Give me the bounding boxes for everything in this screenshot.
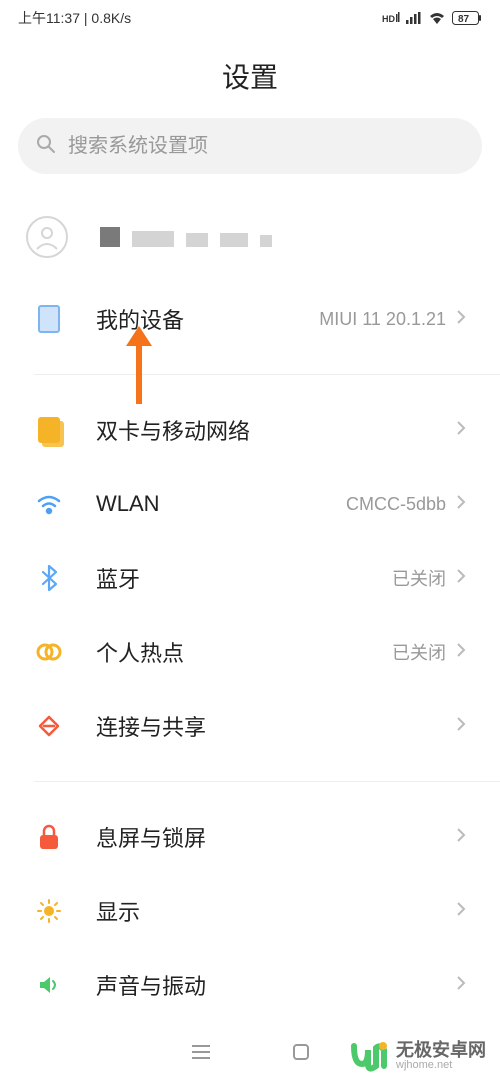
item-label: 个人热点 [96, 636, 392, 668]
item-value: 已关闭 [392, 639, 446, 665]
divider [34, 781, 500, 782]
chevron-right-icon [456, 309, 466, 330]
account-row[interactable] [0, 192, 500, 282]
item-bluetooth[interactable]: 蓝牙 已关闭 [34, 541, 466, 615]
page-title: 设置 [0, 56, 500, 96]
item-my-device[interactable]: 我的设备 MIUI 11 20.1.21 [34, 282, 466, 356]
watermark-logo-icon [350, 1036, 390, 1076]
lock-icon [34, 822, 64, 852]
account-name-redacted [100, 227, 272, 247]
speaker-icon [34, 970, 64, 1000]
item-label: 显示 [96, 895, 456, 927]
watermark-url: wjhome.net [396, 1059, 486, 1071]
search-input[interactable] [68, 135, 464, 158]
chevron-right-icon [456, 568, 466, 589]
item-value: 已关闭 [392, 565, 446, 591]
svg-text:HD: HD [382, 14, 395, 24]
item-wlan[interactable]: WLAN CMCC-5dbb [34, 467, 466, 541]
search-box[interactable] [18, 118, 482, 174]
battery-text: 87 [458, 14, 470, 25]
signal-icon [406, 12, 422, 24]
item-label: 连接与共享 [96, 710, 456, 742]
battery-icon: 87 [452, 11, 482, 25]
status-time: 上午11:37 | 0.8K/s [18, 8, 131, 28]
item-display[interactable]: 显示 [34, 874, 466, 948]
status-icons: HD 87 [382, 11, 482, 25]
chevron-right-icon [456, 827, 466, 848]
search-icon [36, 134, 56, 159]
status-bar: 上午11:37 | 0.8K/s HD 87 [0, 0, 500, 36]
watermark: 无极安卓网 wjhome.net [344, 1034, 492, 1078]
item-value: CMCC-5dbb [346, 494, 446, 515]
item-label: 双卡与移动网络 [96, 414, 456, 446]
settings-group-network: 双卡与移动网络 WLAN CMCC-5dbb 蓝牙 已关闭 个人热点 已关闭 连… [0, 393, 500, 763]
divider [34, 374, 500, 375]
chevron-right-icon [456, 975, 466, 996]
item-connection-share[interactable]: 连接与共享 [34, 689, 466, 763]
item-hotspot[interactable]: 个人热点 已关闭 [34, 615, 466, 689]
wifi-status-icon [428, 11, 446, 25]
item-label: 蓝牙 [96, 562, 392, 594]
nav-home-icon[interactable] [292, 1043, 310, 1066]
watermark-title: 无极安卓网 [396, 1041, 486, 1059]
hotspot-icon [34, 637, 64, 667]
chevron-right-icon [456, 420, 466, 441]
item-lockscreen[interactable]: 息屏与锁屏 [34, 800, 466, 874]
chevron-right-icon [456, 494, 466, 515]
sim-icon [34, 415, 64, 445]
chevron-right-icon [456, 642, 466, 663]
item-dual-sim[interactable]: 双卡与移动网络 [34, 393, 466, 467]
item-label: WLAN [96, 491, 346, 517]
chevron-right-icon [456, 901, 466, 922]
settings-group-display: 息屏与锁屏 显示 声音与振动 [0, 800, 500, 1022]
device-icon [34, 304, 64, 334]
chevron-right-icon [456, 716, 466, 737]
avatar [26, 216, 68, 258]
share-icon [34, 711, 64, 741]
nav-recent-icon[interactable] [190, 1043, 212, 1066]
sun-icon [34, 896, 64, 926]
bluetooth-icon [34, 563, 64, 593]
item-label: 息屏与锁屏 [96, 821, 456, 853]
settings-group-device: 我的设备 MIUI 11 20.1.21 [0, 282, 500, 356]
item-label: 我的设备 [96, 303, 319, 335]
wifi-icon [34, 489, 64, 519]
item-value: MIUI 11 20.1.21 [319, 309, 446, 330]
hd-icon: HD [382, 12, 400, 24]
item-label: 声音与振动 [96, 969, 456, 1001]
